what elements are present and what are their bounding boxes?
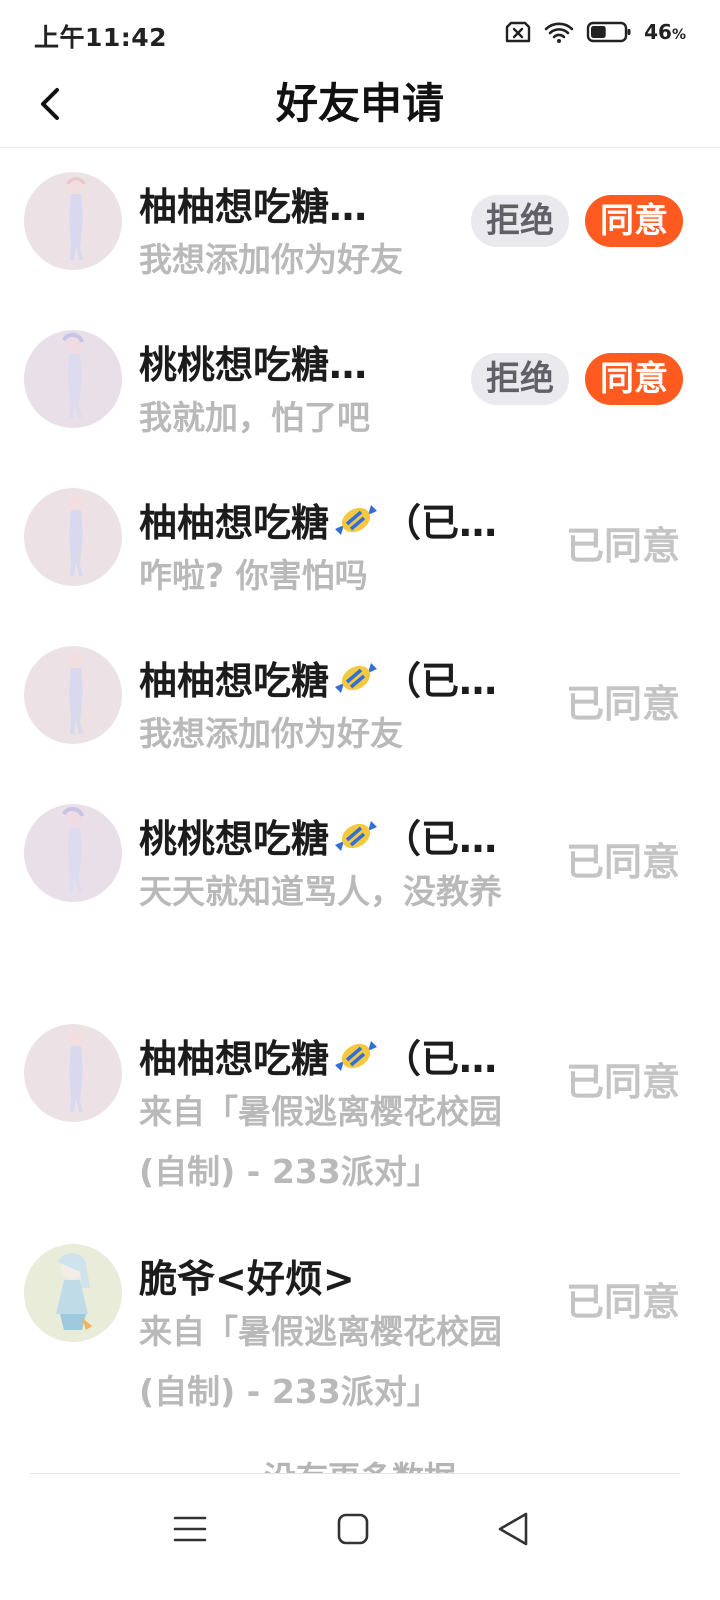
friend-request-item[interactable]: 柚柚想吃糖… 我想添加你为好友 拒绝 同意	[0, 148, 720, 306]
accept-button[interactable]: 同意	[585, 195, 683, 247]
request-name: 柚柚想吃糖 （已…	[139, 1034, 534, 1089]
friend-request-item[interactable]: 桃桃想吃糖 （已… 天天就知道骂人，没教养 已同意	[0, 780, 720, 1000]
request-message: 我想添加你为好友	[139, 240, 403, 279]
no-sim-icon	[504, 20, 532, 44]
avatar[interactable]	[24, 1024, 122, 1122]
page-title: 好友申请	[275, 79, 444, 128]
avatar[interactable]	[24, 646, 122, 744]
avatar[interactable]	[24, 330, 122, 428]
accepted-status: 已同意	[565, 1280, 680, 1324]
request-name: 桃桃想吃糖 （已…	[139, 814, 534, 869]
menu-icon	[173, 1516, 207, 1542]
avatar[interactable]	[24, 172, 122, 270]
request-message: 我就加，怕了吧	[139, 398, 370, 437]
accepted-status: 已同意	[565, 524, 680, 568]
friend-request-list[interactable]: 柚柚想吃糖… 我想添加你为好友 拒绝 同意 桃桃想吃糖… 我就加，怕了吧 拒绝 …	[0, 148, 720, 1473]
accepted-status: 已同意	[565, 840, 680, 884]
back-triangle-icon	[498, 1512, 528, 1546]
request-name: 柚柚想吃糖 （已…	[139, 498, 534, 553]
home-button[interactable]	[323, 1499, 383, 1559]
candy-icon	[331, 657, 381, 711]
accepted-status: 已同意	[565, 1060, 680, 1104]
status-icons: 46%	[504, 20, 686, 44]
candy-icon	[331, 1035, 381, 1089]
battery-percent: 46%	[644, 20, 686, 44]
friend-request-item[interactable]: 柚柚想吃糖 （已… 我想添加你为好友 已同意	[0, 622, 720, 780]
recent-apps-button[interactable]	[160, 1499, 220, 1559]
avatar[interactable]	[24, 1244, 122, 1342]
avatar[interactable]	[24, 488, 122, 586]
system-nav-bar	[0, 1473, 720, 1600]
nav-back-button[interactable]	[483, 1499, 543, 1559]
status-bar: 上午11:42 46%	[0, 0, 720, 64]
request-message: 来自「暑假逃离樱花校园(自制) - 233派对」	[139, 1312, 502, 1411]
friend-request-item[interactable]: 柚柚想吃糖 （已… 咋啦? 你害怕吗 已同意	[0, 464, 720, 622]
nav-divider	[30, 1473, 680, 1474]
friend-request-item[interactable]: 脆爷<好烦> 来自「暑假逃离樱花校园(自制) - 233派对」 已同意	[0, 1220, 720, 1440]
friend-request-item[interactable]: 柚柚想吃糖 （已… 来自「暑假逃离樱花校园(自制) - 233派对」 已同意	[0, 1000, 720, 1220]
avatar[interactable]	[24, 804, 122, 902]
battery-icon	[586, 20, 632, 44]
home-square-icon	[337, 1513, 369, 1545]
status-time: 上午11:42	[34, 23, 168, 52]
request-message: 来自「暑假逃离樱花校园(自制) - 233派对」	[139, 1092, 502, 1191]
reject-button[interactable]: 拒绝	[471, 353, 569, 405]
request-name: 柚柚想吃糖 （已…	[139, 656, 534, 711]
reject-button[interactable]: 拒绝	[471, 195, 569, 247]
wifi-icon	[544, 20, 574, 44]
request-message: 我想添加你为好友	[139, 714, 403, 753]
candy-icon	[331, 815, 381, 869]
request-name: 脆爷<好烦>	[139, 1257, 355, 1301]
accepted-status: 已同意	[565, 682, 680, 726]
request-message: 咋啦? 你害怕吗	[139, 556, 368, 595]
accept-button[interactable]: 同意	[585, 353, 683, 405]
candy-icon	[331, 499, 381, 553]
app-header: 好友申请	[0, 64, 720, 148]
request-message: 天天就知道骂人，没教养	[139, 872, 502, 911]
friend-request-item[interactable]: 桃桃想吃糖… 我就加，怕了吧 拒绝 同意	[0, 306, 720, 464]
